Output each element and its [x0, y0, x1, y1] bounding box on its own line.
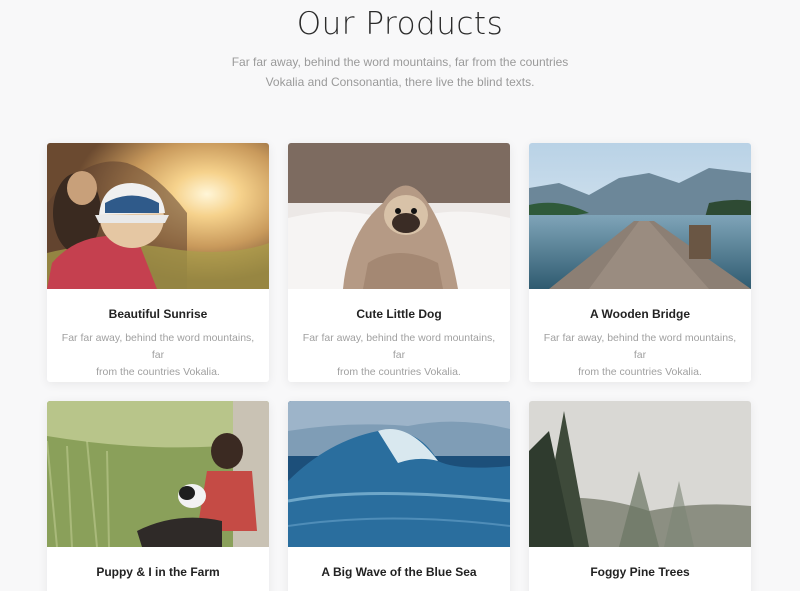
product-title[interactable]: A Wooden Bridge: [541, 307, 739, 321]
description-line-2: from the countries Vokalia.: [578, 366, 702, 378]
description-line-1: Far far away, behind the word mountains,…: [61, 332, 255, 361]
product-card-puppy-farm[interactable]: Puppy & I in the Farm: [47, 401, 269, 591]
description-line-2: from the countries Vokalia.: [337, 366, 461, 378]
product-image-foggy-forest[interactable]: [529, 401, 751, 547]
product-description: Far far away, behind the word mountains,…: [541, 330, 739, 381]
product-image-dog[interactable]: [288, 143, 510, 289]
product-card-foggy-pine-trees[interactable]: Foggy Pine Trees: [529, 401, 751, 591]
description-line-1: Far far away, behind the word mountains,…: [543, 332, 737, 361]
product-image-sunrise[interactable]: [47, 143, 269, 289]
section-header: Our Products Far far away, behind the wo…: [0, 0, 800, 92]
product-card-beautiful-sunrise[interactable]: Beautiful Sunrise Far far away, behind t…: [47, 143, 269, 382]
product-image-wave[interactable]: [288, 401, 510, 547]
product-description: Far far away, behind the word mountains,…: [59, 330, 257, 381]
product-card-wooden-bridge[interactable]: A Wooden Bridge Far far away, behind the…: [529, 143, 751, 382]
product-description: Far far away, behind the word mountains,…: [300, 330, 498, 381]
product-title[interactable]: A Big Wave of the Blue Sea: [300, 565, 498, 579]
product-card-cute-little-dog[interactable]: Cute Little Dog Far far away, behind the…: [288, 143, 510, 382]
page-title: Our Products: [296, 6, 504, 42]
description-line-2: from the countries Vokalia.: [96, 366, 220, 378]
product-image-puppy-farm[interactable]: [47, 401, 269, 547]
description-line-1: Far far away, behind the word mountains,…: [302, 332, 496, 361]
product-title[interactable]: Cute Little Dog: [300, 307, 498, 321]
product-title[interactable]: Puppy & I in the Farm: [59, 565, 257, 579]
product-title[interactable]: Foggy Pine Trees: [541, 565, 739, 579]
product-card-big-wave[interactable]: A Big Wave of the Blue Sea: [288, 401, 510, 591]
product-title[interactable]: Beautiful Sunrise: [59, 307, 257, 321]
section-subtitle: Far far away, behind the word mountains,…: [0, 53, 800, 92]
subtitle-line-1: Far far away, behind the word mountains,…: [231, 55, 569, 69]
product-image-bridge[interactable]: [529, 143, 751, 289]
subtitle-line-2: Vokalia and Consonantia, there live the …: [265, 74, 535, 89]
